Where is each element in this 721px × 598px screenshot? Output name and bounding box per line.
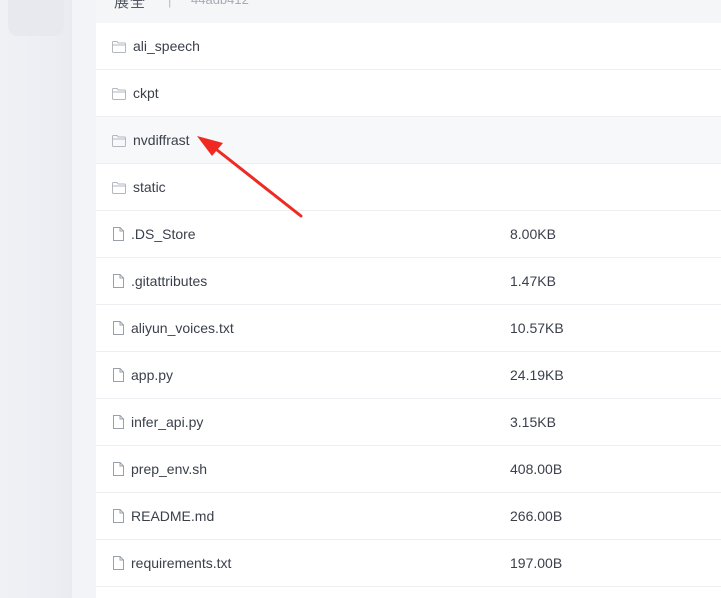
commit-hash[interactable]: 44adb412 bbox=[191, 0, 249, 7]
left-sidebar-background bbox=[0, 0, 72, 598]
file-icon bbox=[113, 462, 129, 478]
commit-header: 展全 | 44adb412 bbox=[96, 0, 721, 23]
file-icon bbox=[113, 321, 129, 337]
folder-row[interactable]: ali_speech bbox=[96, 23, 721, 70]
header-title: 展全 bbox=[114, 0, 147, 11]
file-icon bbox=[113, 368, 129, 384]
file-size: 408.00B bbox=[510, 461, 563, 477]
page: 展全 | 44adb412 ali_speechckpt nvdiffrast st… bbox=[0, 0, 721, 598]
folder-icon bbox=[112, 181, 128, 197]
file-size: 10.57KB bbox=[510, 320, 564, 336]
file-name-link[interactable]: infer_api.py bbox=[131, 414, 203, 430]
file-name-link[interactable]: app.py bbox=[131, 367, 173, 383]
file-row[interactable]: aliyun_voices.txt 10.57KB bbox=[96, 305, 721, 352]
file-name-link[interactable]: nvdiffrast bbox=[133, 132, 190, 148]
file-size: 1.47KB bbox=[510, 273, 556, 289]
file-row[interactable]: prep_env.sh 408.00B bbox=[96, 446, 721, 493]
file-size: 3.15KB bbox=[510, 414, 556, 430]
folder-icon bbox=[112, 87, 128, 103]
file-row[interactable]: .gitattributes 1.47KB bbox=[96, 258, 721, 305]
folder-row[interactable]: nvdiffrast bbox=[96, 117, 721, 164]
folder-row[interactable]: ckpt bbox=[96, 70, 721, 117]
sidebar-block bbox=[8, 0, 64, 36]
file-icon bbox=[113, 227, 129, 243]
folder-row[interactable]: static bbox=[96, 164, 721, 211]
file-icon bbox=[113, 274, 129, 290]
file-row[interactable]: app.py 24.19KB bbox=[96, 352, 721, 399]
file-row[interactable]: README.md 266.00B bbox=[96, 493, 721, 540]
file-icon bbox=[113, 556, 129, 572]
file-icon bbox=[113, 415, 129, 431]
file-size: 197.00B bbox=[510, 555, 563, 571]
folder-icon bbox=[112, 40, 128, 56]
file-icon bbox=[113, 509, 129, 525]
file-size: 266.00B bbox=[510, 508, 563, 524]
file-size: 24.19KB bbox=[510, 367, 564, 383]
file-list: ali_speechckpt nvdiffrast static .DS_Store 8… bbox=[96, 23, 721, 587]
file-name-link[interactable]: static bbox=[133, 179, 166, 195]
file-size: 8.00KB bbox=[510, 226, 556, 242]
file-row[interactable]: infer_api.py 3.15KB bbox=[96, 399, 721, 446]
file-name-link[interactable]: prep_env.sh bbox=[131, 461, 207, 477]
file-name-link[interactable]: .gitattributes bbox=[131, 273, 207, 289]
file-row[interactable]: requirements.txt 197.00B bbox=[96, 540, 721, 587]
file-name-link[interactable]: README.md bbox=[131, 508, 214, 524]
file-name-link[interactable]: ali_speech bbox=[133, 38, 200, 54]
header-separator: | bbox=[168, 0, 172, 8]
file-row[interactable]: .DS_Store 8.00KB bbox=[96, 211, 721, 258]
file-name-link[interactable]: ckpt bbox=[133, 85, 159, 101]
file-name-link[interactable]: requirements.txt bbox=[131, 555, 231, 571]
file-name-link[interactable]: .DS_Store bbox=[131, 226, 196, 242]
folder-icon bbox=[112, 134, 128, 150]
file-name-link[interactable]: aliyun_voices.txt bbox=[131, 320, 234, 336]
